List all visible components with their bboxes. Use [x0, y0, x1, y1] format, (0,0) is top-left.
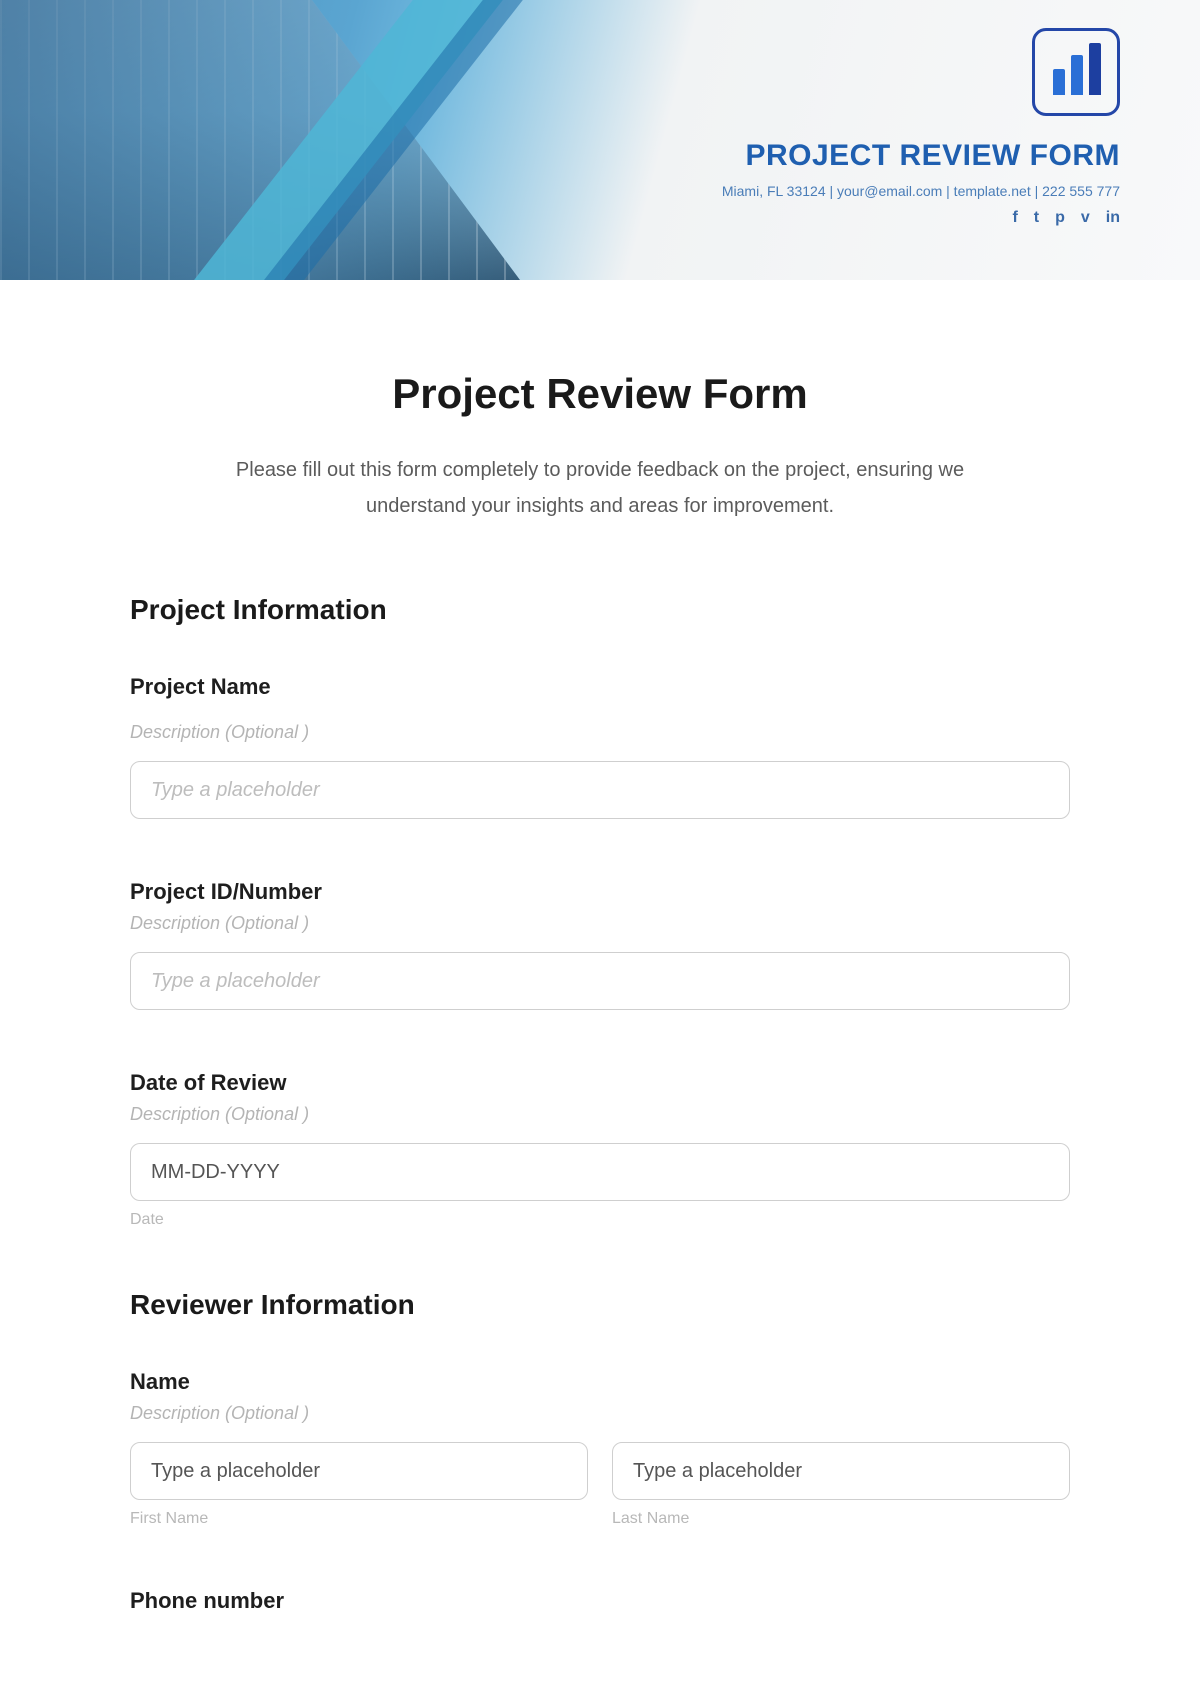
linkedin-icon[interactable]: in — [1106, 209, 1120, 227]
project-name-description: Description (Optional ) — [130, 722, 1070, 743]
header-right: PROJECT REVIEW FORM Miami, FL 33124 | yo… — [722, 28, 1120, 227]
page-title: Project Review Form — [130, 370, 1070, 418]
brand-title: PROJECT REVIEW FORM — [722, 139, 1120, 173]
project-name-input[interactable] — [130, 761, 1070, 819]
form-content: Project Review Form Please fill out this… — [0, 280, 1200, 1696]
date-review-description: Description (Optional ) — [130, 1104, 1070, 1125]
pinterest-icon[interactable]: p — [1055, 209, 1065, 227]
date-review-caption: Date — [130, 1211, 1070, 1229]
logo-bars-icon — [1053, 43, 1101, 95]
twitter-icon[interactable]: v — [1081, 209, 1090, 227]
field-project-name: Project Name Description (Optional ) — [130, 674, 1070, 819]
date-review-input[interactable] — [130, 1143, 1070, 1201]
date-review-label: Date of Review — [130, 1070, 1070, 1096]
reviewer-name-label: Name — [130, 1369, 1070, 1395]
field-date-of-review: Date of Review Description (Optional ) D… — [130, 1070, 1070, 1229]
project-id-description: Description (Optional ) — [130, 913, 1070, 934]
first-name-input[interactable] — [130, 1442, 588, 1500]
contact-line: Miami, FL 33124 | your@email.com | templ… — [722, 183, 1120, 199]
page-subtitle: Please fill out this form completely to … — [190, 452, 1010, 524]
first-name-caption: First Name — [130, 1510, 588, 1528]
page: PROJECT REVIEW FORM Miami, FL 33124 | yo… — [0, 0, 1200, 1696]
section-reviewer-info-title: Reviewer Information — [130, 1289, 1070, 1321]
last-name-caption: Last Name — [612, 1510, 1070, 1528]
name-row: First Name Last Name — [130, 1442, 1070, 1528]
field-reviewer-name: Name Description (Optional ) First Name … — [130, 1369, 1070, 1528]
last-name-input[interactable] — [612, 1442, 1070, 1500]
phone-label: Phone number — [130, 1588, 1070, 1614]
reviewer-name-description: Description (Optional ) — [130, 1403, 1070, 1424]
facebook-icon[interactable]: f — [1012, 209, 1017, 227]
project-name-label: Project Name — [130, 674, 1070, 700]
project-id-input[interactable] — [130, 952, 1070, 1010]
field-project-id: Project ID/Number Description (Optional … — [130, 879, 1070, 1010]
header-banner: PROJECT REVIEW FORM Miami, FL 33124 | yo… — [0, 0, 1200, 280]
logo-icon — [1032, 28, 1120, 116]
tumblr-icon[interactable]: t — [1034, 209, 1039, 227]
social-icons-row: f t p v in — [722, 209, 1120, 227]
section-project-info-title: Project Information — [130, 594, 1070, 626]
project-id-label: Project ID/Number — [130, 879, 1070, 905]
field-phone-number: Phone number — [130, 1588, 1070, 1614]
